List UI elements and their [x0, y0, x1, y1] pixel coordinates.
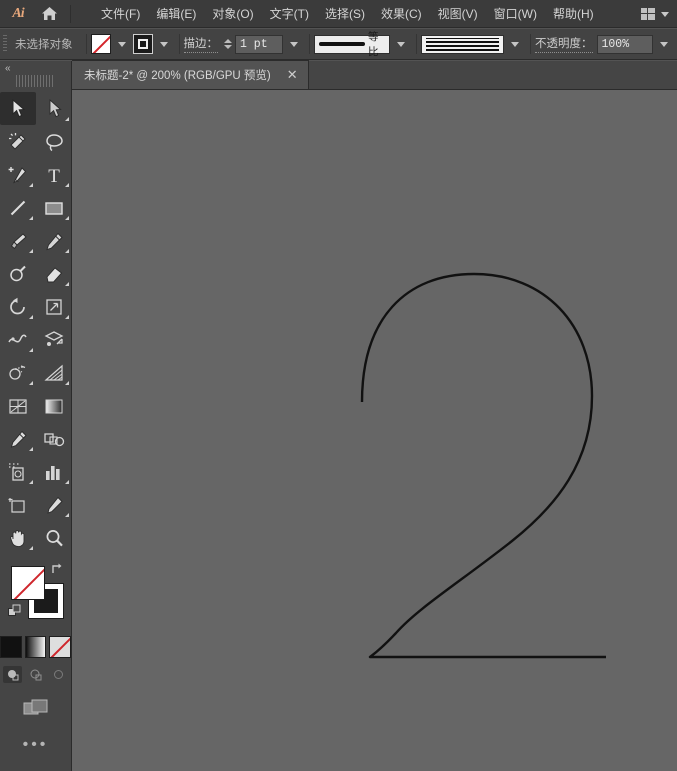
mesh-tool[interactable] — [0, 389, 36, 422]
direct-selection-tool[interactable] — [36, 92, 72, 125]
close-icon[interactable]: ✕ — [283, 70, 302, 80]
color-mode-buttons — [0, 636, 71, 658]
home-icon[interactable] — [32, 0, 66, 28]
zoom-tool[interactable] — [36, 521, 72, 554]
stroke-weight-input[interactable]: 1 pt — [235, 35, 283, 54]
chevron-down-icon — [661, 12, 669, 17]
symbol-sprayer-tool[interactable] — [0, 455, 36, 488]
stroke-weight-stepper[interactable] — [224, 39, 232, 49]
shaper-pencil-tool[interactable] — [36, 224, 72, 257]
selection-tool[interactable] — [0, 92, 36, 125]
width-warp-tool[interactable] — [0, 323, 36, 356]
opacity-input[interactable]: 100% — [597, 35, 653, 54]
menu-item-type[interactable]: 文字(T) — [262, 1, 317, 26]
menu-item-window[interactable]: 窗口(W) — [486, 1, 545, 26]
artboard-tool[interactable] — [0, 488, 36, 521]
fill-chevron-down-icon[interactable] — [118, 42, 126, 47]
fill-stroke-controls — [0, 560, 72, 634]
hand-tool[interactable] — [0, 521, 36, 554]
document-tab[interactable]: 未标题-2* @ 200% (RGB/GPU 预览) ✕ — [72, 60, 309, 89]
draw-behind-mode[interactable] — [26, 666, 45, 683]
brush-definition-dropdown[interactable] — [421, 35, 504, 54]
workspace-switcher[interactable] — [641, 0, 669, 28]
illustrator-logo-icon: Ai — [4, 0, 32, 28]
rectangle-tool[interactable] — [36, 191, 72, 224]
free-transform-tool[interactable] — [36, 323, 72, 356]
draw-mode-buttons — [0, 666, 71, 683]
fill-swatch-none[interactable] — [11, 566, 45, 600]
column-graph-tool[interactable] — [36, 455, 72, 488]
selection-status-label: 未选择对象 — [11, 36, 82, 52]
swap-fill-stroke-icon[interactable] — [50, 562, 64, 576]
slice-tool[interactable] — [36, 488, 72, 521]
pen-tool[interactable] — [0, 158, 36, 191]
color-mode-gradient[interactable] — [25, 636, 47, 658]
document-tab-title: 未标题-2* @ 200% (RGB/GPU 预览) — [84, 67, 271, 83]
edit-toolbar-button[interactable]: ••• — [0, 741, 71, 749]
document-canvas[interactable] — [72, 90, 677, 771]
menu-item-view[interactable]: 视图(V) — [430, 1, 486, 26]
stroke-profile-chevron-down-icon[interactable] — [397, 42, 405, 47]
draw-normal-mode[interactable] — [3, 666, 22, 683]
magic-wand-tool[interactable] — [0, 125, 36, 158]
workspace-grid-icon — [641, 8, 656, 21]
document-tab-bar: 未标题-2* @ 200% (RGB/GPU 预览) ✕ — [72, 61, 677, 90]
stroke-profile-label: 等比 — [368, 29, 386, 59]
stroke-chevron-down-icon[interactable] — [160, 42, 168, 47]
lasso-tool[interactable] — [36, 125, 72, 158]
control-bar: 未选择对象 描边： 1 pt 等比 不透明度： 100% — [0, 29, 677, 60]
opacity-label[interactable]: 不透明度： — [535, 35, 593, 53]
control-divider — [309, 34, 310, 54]
menu-bar: Ai 文件(F) 编辑(E) 对象(O) 文字(T) 选择(S) 效果(C) 视… — [0, 0, 677, 28]
eraser-tool[interactable] — [36, 257, 72, 290]
tools-panel: « — [0, 61, 72, 771]
menu-item-object[interactable]: 对象(O) — [204, 1, 261, 26]
control-divider — [86, 34, 87, 54]
type-tool[interactable]: T — [36, 158, 72, 191]
menu-items-group: 文件(F) 编辑(E) 对象(O) 文字(T) 选择(S) 效果(C) 视图(V… — [93, 1, 602, 26]
menubar-divider — [70, 5, 71, 23]
fill-swatch-button[interactable] — [91, 34, 111, 54]
scale-tool[interactable] — [36, 290, 72, 323]
control-divider — [530, 34, 531, 54]
stroke-profile-preview-icon — [319, 42, 365, 46]
blend-tool[interactable] — [36, 422, 72, 455]
change-screen-mode-button[interactable] — [0, 697, 71, 719]
control-divider — [416, 34, 417, 54]
stroke-weight-label[interactable]: 描边： — [184, 35, 219, 53]
control-bar-grip[interactable] — [3, 35, 7, 53]
gradient-tool[interactable] — [36, 389, 72, 422]
brush-definition-chevron-down-icon[interactable] — [511, 42, 519, 47]
tools-panel-grip[interactable] — [16, 75, 55, 87]
opacity-chevron-down-icon[interactable] — [660, 42, 668, 47]
artwork-layer — [72, 90, 677, 771]
blob-brush-tool[interactable] — [0, 257, 36, 290]
shape-builder-tool[interactable] — [0, 356, 36, 389]
paintbrush-tool[interactable] — [0, 224, 36, 257]
line-segment-tool[interactable] — [0, 191, 36, 224]
tools-grid: T — [0, 92, 71, 554]
menu-item-help[interactable]: 帮助(H) — [545, 1, 602, 26]
stroke-weight-chevron-down-icon[interactable] — [290, 42, 298, 47]
stroke-profile-dropdown[interactable]: 等比 — [314, 35, 390, 54]
fill-none-icon — [92, 35, 110, 53]
draw-inside-mode[interactable] — [49, 666, 68, 683]
menu-item-effect[interactable]: 效果(C) — [373, 1, 430, 26]
control-divider — [179, 34, 180, 54]
collapse-panel-icon[interactable]: « — [0, 61, 71, 75]
menu-item-select[interactable]: 选择(S) — [317, 1, 373, 26]
default-fill-stroke-icon[interactable] — [8, 604, 22, 618]
color-mode-flat[interactable] — [0, 636, 22, 658]
svg-text:T: T — [48, 166, 60, 185]
menu-item-edit[interactable]: 编辑(E) — [148, 1, 204, 26]
stroke-swatch-button[interactable] — [133, 34, 153, 54]
perspective-grid-tool[interactable] — [36, 356, 72, 389]
eyedropper-tool[interactable] — [0, 422, 36, 455]
menu-item-file[interactable]: 文件(F) — [93, 1, 148, 26]
color-mode-none[interactable] — [49, 636, 71, 658]
digit-two-path[interactable] — [362, 274, 606, 657]
rotate-tool[interactable] — [0, 290, 36, 323]
